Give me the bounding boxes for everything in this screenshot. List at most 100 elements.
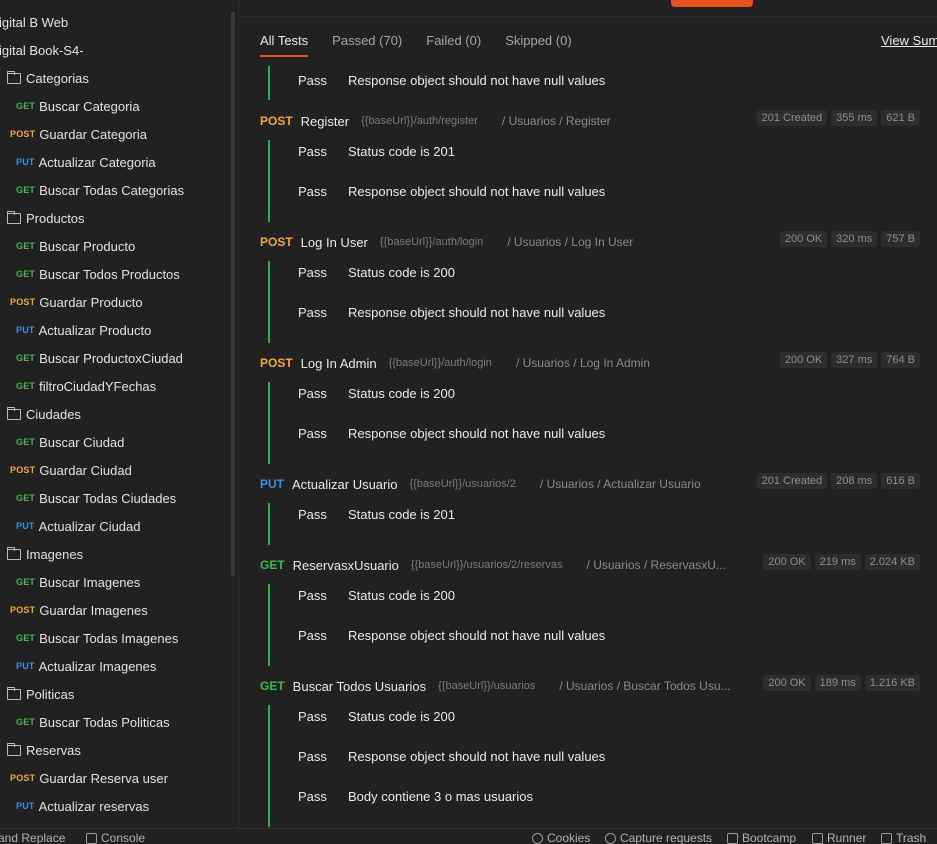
folder-icon	[7, 210, 21, 224]
find-replace-button[interactable]: and Replace	[0, 831, 65, 844]
method-badge: GET	[16, 101, 36, 111]
time-badge: 189 ms	[814, 675, 861, 691]
request-result-header[interactable]: POST Log In Admin {{baseUrl}}/auth/login / …	[260, 352, 920, 374]
sidebar-request[interactable]: GET Buscar Todas Ciudades	[16, 484, 176, 512]
sidebar-folder-label: Politicas	[26, 686, 75, 702]
test-results-list: Pass Response object should not have nul…	[239, 58, 937, 828]
sidebar-request[interactable]: PUT Actualizar Categoria	[16, 148, 156, 176]
runner-icon	[812, 832, 823, 844]
sidebar-request[interactable]: GET Buscar Todas Categorias	[16, 176, 184, 204]
test-status: Pass	[298, 425, 327, 441]
method-badge: GET	[16, 717, 36, 727]
sidebar-request[interactable]: PUT Actualizar Ciudad	[16, 512, 141, 540]
request-result-header[interactable]: PUT Actualizar Usuario {{baseUrl}}/usuario…	[260, 473, 920, 495]
sidebar-folder[interactable]: Imagenes	[7, 540, 83, 568]
method-badge: PUT	[16, 801, 35, 811]
sidebar-request[interactable]: GET Buscar ProductoxCiudad	[16, 344, 183, 372]
size-badge: 1.216 KB	[864, 675, 920, 691]
tab-failed[interactable]: Failed (0)	[426, 30, 481, 56]
request-result-header[interactable]: POST Register {{baseUrl}}/auth/register / U…	[260, 110, 920, 132]
find-replace-label: and Replace	[0, 831, 66, 844]
method-badge: PUT	[16, 521, 35, 531]
send-button[interactable]	[671, 0, 753, 7]
capture-requests-button[interactable]: Capture requests	[605, 831, 712, 844]
sidebar-request-label: Buscar Todas Imagenes	[39, 630, 179, 646]
test-result-row: Pass Body contiene 3 o mas usuarios	[298, 786, 533, 806]
request-name: Actualizar Usuario	[292, 476, 398, 492]
sidebar-folder-label: Categorias	[26, 70, 89, 86]
sidebar-request[interactable]: POST Guardar Reserva user	[10, 764, 168, 792]
response-badges: 200 OK 320 ms 757 B	[779, 231, 920, 247]
console-button[interactable]: Console	[86, 831, 145, 844]
sidebar-request[interactable]: POST Guardar Categoria	[10, 120, 147, 148]
sidebar-collection-label: igital Book-S4-	[0, 42, 84, 58]
sidebar-request-label: Guardar Categoria	[39, 126, 147, 142]
size-badge: 616 B	[881, 473, 920, 489]
cookies-button[interactable]: Cookies	[532, 831, 590, 844]
sidebar-folder[interactable]: Ciudades	[7, 400, 81, 428]
sidebar-request[interactable]: PUT Actualizar reservas	[16, 792, 149, 820]
bootcamp-icon	[727, 832, 738, 844]
method-label: PUT	[260, 477, 284, 491]
tab-all-tests[interactable]: All Tests	[260, 30, 309, 57]
sidebar-request[interactable]: PUT Actualizar Imagenes	[16, 652, 156, 680]
request-result-header[interactable]: GET ReservasxUsuario {{baseUrl}}/usuarios/…	[260, 554, 920, 576]
tab-passed[interactable]: Passed (70)	[332, 30, 402, 56]
method-badge: GET	[16, 241, 36, 251]
method-badge: POST	[10, 465, 36, 475]
sidebar-request[interactable]: POST Guardar Producto	[10, 288, 143, 316]
method-badge: POST	[10, 773, 36, 783]
sidebar-folder[interactable]: Reservas	[7, 736, 81, 764]
test-status: Pass	[298, 627, 327, 643]
request-url: {{baseUrl}}/auth/login	[379, 236, 484, 248]
sidebar-collection-item[interactable]: igital Book-S4-	[0, 36, 84, 64]
pass-indicator-bar	[268, 584, 270, 666]
request-result-header[interactable]: POST Log In User {{baseUrl}}/auth/login / U…	[260, 231, 920, 253]
sidebar-request-label: Buscar Imagenes	[39, 574, 141, 590]
sidebar-request[interactable]: GET Buscar Todos Productos	[16, 260, 180, 288]
sidebar-request[interactable]: GET Buscar Todas Politicas	[16, 708, 170, 736]
sidebar-request-label: Actualizar Categoria	[38, 154, 156, 170]
sidebar-request[interactable]: POST Guardar Ciudad	[10, 456, 132, 484]
bootcamp-button[interactable]: Bootcamp	[727, 831, 796, 844]
test-result-row: Pass Response object should not have null…	[298, 423, 605, 443]
test-result-row: Pass Status code is 200	[298, 706, 455, 726]
trash-button[interactable]: Trash	[881, 831, 926, 844]
request-name: Log In User	[300, 234, 368, 250]
sidebar-request[interactable]: GET Buscar Todas Imagenes	[16, 624, 178, 652]
sidebar-folder[interactable]: Productos	[7, 204, 85, 232]
method-label: GET	[260, 558, 285, 572]
test-status: Pass	[298, 506, 327, 522]
request-path: / Usuarios / Log In Admin	[515, 356, 651, 370]
method-badge: GET	[16, 269, 36, 279]
sidebar-folder[interactable]: Categorias	[7, 64, 89, 92]
sidebar-request[interactable]: GET Buscar Categoria	[16, 92, 140, 120]
sidebar-request[interactable]: POST Guardar Imagenes	[10, 596, 148, 624]
request-path: / Usuarios / Actualizar Usuario	[539, 477, 701, 491]
test-name: Body contiene 3 o mas usuarios	[348, 788, 533, 804]
request-name: ReservasxUsuario	[292, 557, 399, 573]
sidebar-scrollbar[interactable]	[231, 12, 235, 576]
sidebar-request[interactable]: GET Buscar Producto	[16, 232, 135, 260]
capture-icon	[605, 832, 616, 844]
runner-button[interactable]: Runner	[812, 831, 866, 844]
status-badge: 200 OK	[779, 352, 828, 368]
cookies-label: Cookies	[547, 831, 591, 844]
view-summary-link[interactable]: View Sum	[881, 33, 937, 48]
console-label: Console	[101, 831, 146, 844]
request-result-header[interactable]: GET Buscar Todos Usuarios {{baseUrl}}/usua…	[260, 675, 920, 697]
sidebar-request[interactable]: GET filtroCiudadYFechas	[16, 372, 156, 400]
sidebar-root-item[interactable]: igital B Web	[0, 8, 68, 36]
sidebar-request[interactable]: GET Buscar Ciudad	[16, 428, 124, 456]
test-status: Pass	[298, 183, 327, 199]
trash-icon	[881, 832, 892, 844]
sidebar-request[interactable]: GET Buscar Imagenes	[16, 568, 140, 596]
sidebar-folder[interactable]: Politicas	[7, 680, 74, 708]
test-name: Response object should not have null val…	[348, 183, 606, 199]
sidebar-request-label: Buscar Todas Ciudades	[39, 490, 177, 506]
request-name: Buscar Todos Usuarios	[292, 678, 427, 694]
sidebar-request-label: Buscar ProductoxCiudad	[39, 350, 183, 366]
tab-skipped[interactable]: Skipped (0)	[505, 30, 571, 56]
sidebar-request[interactable]: PUT Actualizar Producto	[16, 316, 151, 344]
response-badges: 200 OK 219 ms 2.024 KB	[763, 554, 920, 570]
